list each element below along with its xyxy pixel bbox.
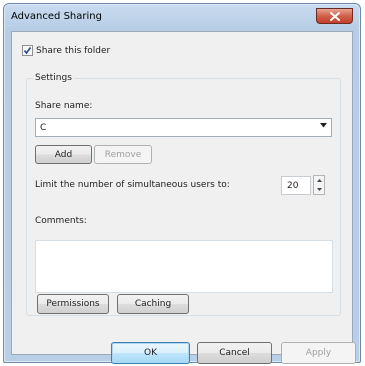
close-icon <box>329 11 340 21</box>
user-limit-input[interactable]: 20 <box>281 176 311 195</box>
chevron-down-icon[interactable] <box>320 123 327 128</box>
ok-button[interactable]: OK <box>111 342 190 364</box>
ok-button-label: OK <box>144 348 157 358</box>
caching-button[interactable]: Caching <box>117 294 189 314</box>
permissions-button-label: Permissions <box>46 299 100 309</box>
window-title: Advanced Sharing <box>11 11 102 22</box>
share-folder-label: Share this folder <box>36 45 111 56</box>
checkmark-icon <box>23 47 32 55</box>
arrow-down-icon <box>316 188 322 191</box>
permissions-button[interactable]: Permissions <box>37 294 109 314</box>
advanced-sharing-window: Advanced Sharing Share this folder Setti… <box>3 3 361 364</box>
user-limit-label: Limit the number of simultaneous users t… <box>35 180 230 190</box>
spin-down-button[interactable] <box>314 185 324 194</box>
settings-group-label: Settings <box>33 73 74 83</box>
dialog-body: Share this folder Settings Share name: C… <box>11 31 356 364</box>
add-button[interactable]: Add <box>35 145 92 164</box>
spin-up-button[interactable] <box>314 176 324 185</box>
caching-button-label: Caching <box>134 299 172 309</box>
comments-label: Comments: <box>35 216 87 226</box>
arrow-up-icon <box>316 179 322 182</box>
share-folder-option[interactable]: Share this folder <box>22 45 110 56</box>
cancel-button-label: Cancel <box>219 348 250 358</box>
title-bar[interactable]: Advanced Sharing <box>4 4 360 30</box>
close-button[interactable] <box>316 8 353 24</box>
apply-button[interactable]: Apply <box>281 342 356 364</box>
apply-button-label: Apply <box>305 348 332 358</box>
user-limit-value: 20 <box>287 180 299 191</box>
cancel-button[interactable]: Cancel <box>197 342 272 364</box>
share-name-value: C <box>40 122 47 133</box>
share-name-label: Share name: <box>35 101 93 111</box>
comments-textarea[interactable] <box>35 240 333 293</box>
add-button-label: Add <box>54 149 73 160</box>
user-limit-spinner[interactable] <box>313 175 325 195</box>
share-folder-checkbox[interactable] <box>22 45 33 56</box>
remove-button[interactable]: Remove <box>94 145 152 164</box>
remove-button-label: Remove <box>104 149 142 160</box>
share-name-combobox[interactable]: C <box>35 118 332 137</box>
